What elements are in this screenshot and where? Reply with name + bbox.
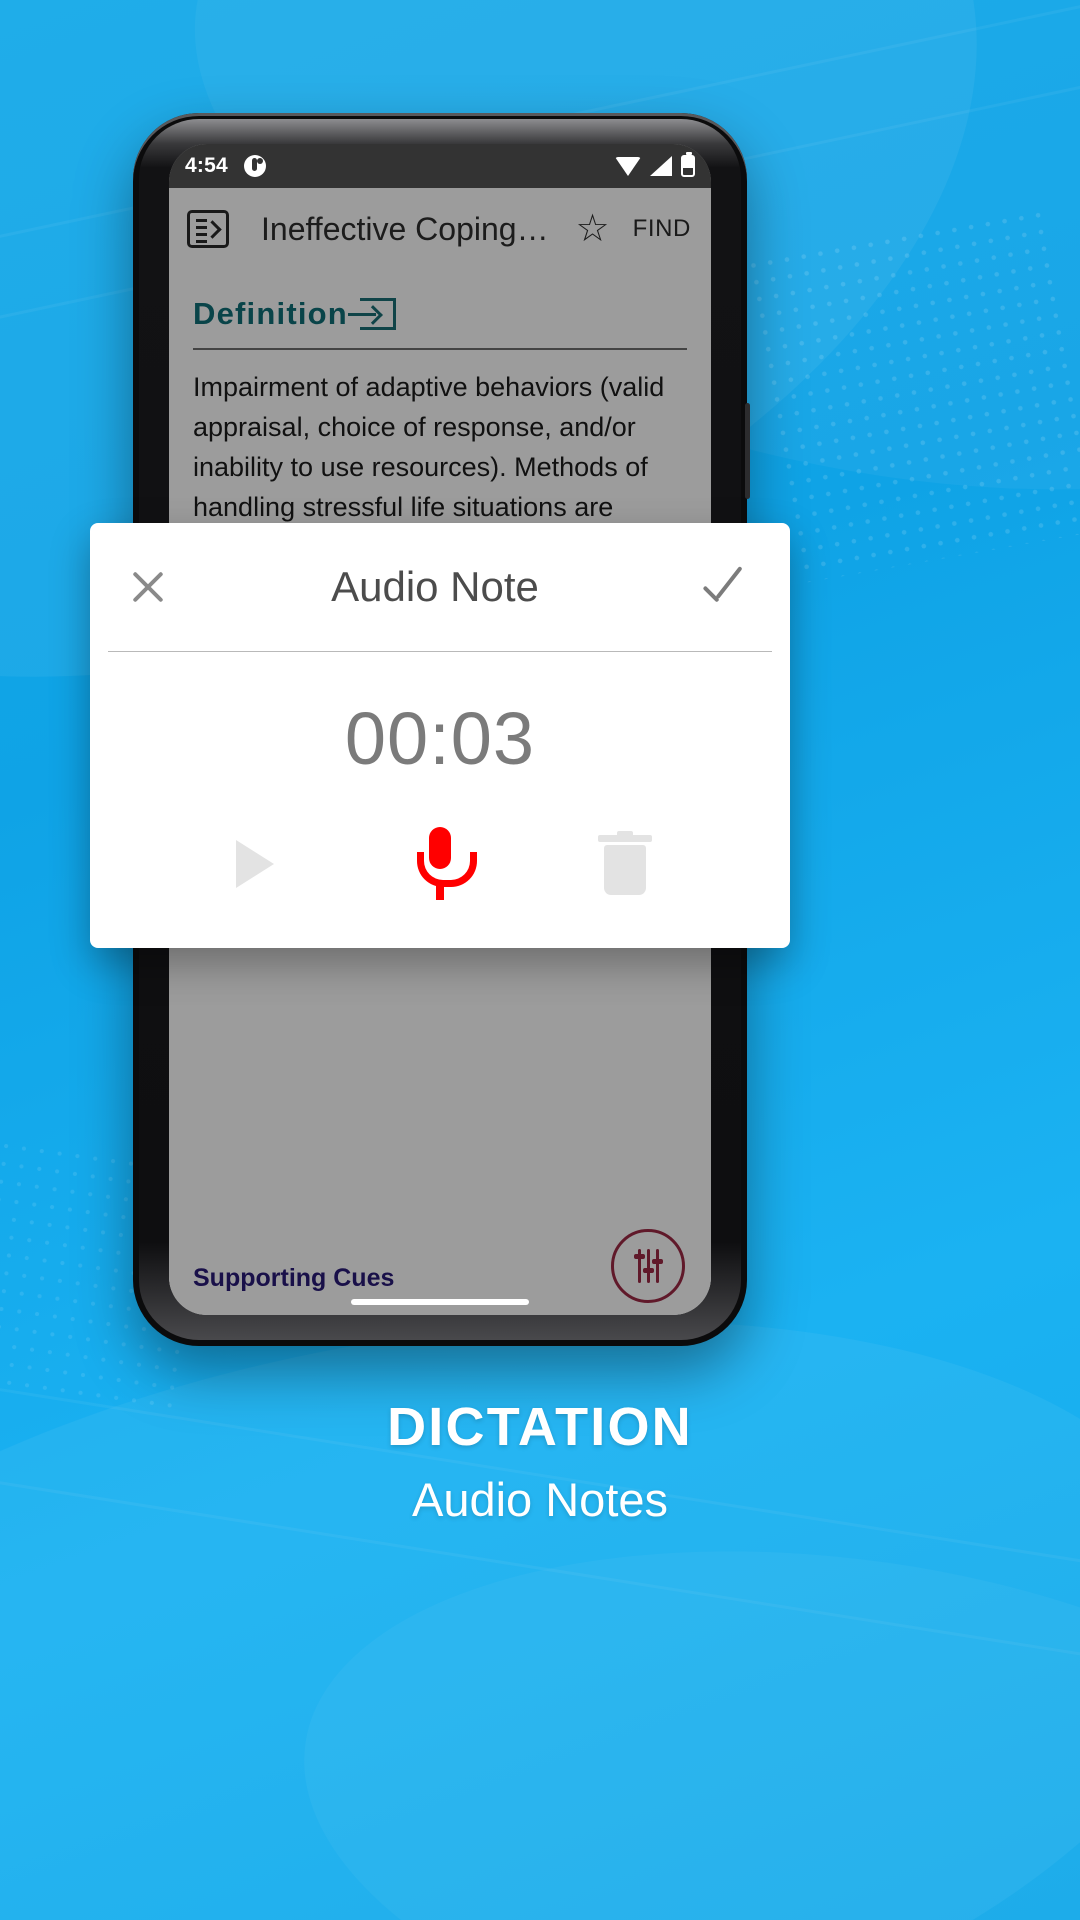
caption-subhead: Audio Notes (411, 1473, 669, 1526)
play-button[interactable] (209, 821, 301, 907)
microphone-icon (410, 827, 477, 901)
app-toolbar: Ineffective Coping… ☆ FIND (169, 188, 711, 270)
star-outline-icon[interactable]: ☆ (573, 210, 613, 248)
dialog-controls (90, 781, 790, 907)
background-swoosh (269, 1485, 1080, 1920)
battery-icon (681, 152, 695, 177)
background-dot-pattern (743, 206, 1080, 584)
section-header: Definition (193, 270, 687, 346)
check-icon[interactable] (700, 565, 754, 609)
supporting-cues-link[interactable]: Supporting Cues (193, 1264, 394, 1293)
delete-button[interactable] (579, 821, 671, 907)
divider (193, 348, 687, 350)
close-icon[interactable] (126, 565, 170, 609)
status-bar: 4:54 (169, 144, 711, 188)
recording-timer: 00:03 (344, 697, 536, 780)
home-indicator (351, 1299, 529, 1305)
page-title: Ineffective Coping… (261, 210, 549, 247)
caption: DICTATION Audio Notes (0, 1396, 1080, 1527)
record-button[interactable] (394, 821, 486, 907)
section-title: Definition (193, 296, 348, 331)
status-bar-time: 4:54 (185, 154, 228, 177)
caption-headline: DICTATION (387, 1397, 693, 1457)
promo-screenshot: 4:54 Ineffective Coping… ☆ FIND Definiti… (0, 0, 1080, 1920)
notification-dot-icon (243, 155, 266, 177)
settings-sliders-icon[interactable] (611, 1229, 685, 1303)
phone-side-button (745, 403, 750, 499)
audio-note-dialog: Audio Note 00:03 (90, 523, 790, 948)
trash-icon (598, 831, 653, 897)
jump-to-icon[interactable] (347, 298, 396, 330)
wifi-icon (615, 156, 641, 176)
dialog-title: Audio Note (331, 563, 539, 610)
find-button[interactable]: FIND (619, 215, 693, 243)
play-icon (235, 840, 274, 888)
dialog-header: Audio Note (90, 523, 790, 651)
cellular-signal-icon (650, 156, 672, 176)
document-outline-icon[interactable] (187, 210, 229, 248)
status-bar-icons (615, 152, 695, 177)
